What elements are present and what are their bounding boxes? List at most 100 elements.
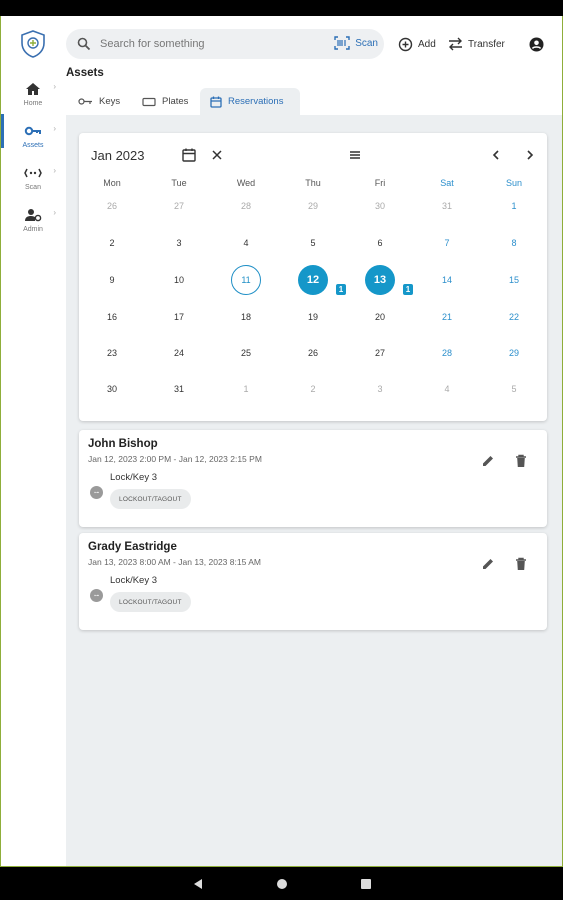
- weekday-header: Sat: [440, 178, 454, 188]
- chevron-right-icon: ›: [53, 208, 56, 217]
- calendar-day[interactable]: 5: [298, 228, 328, 258]
- back-icon[interactable]: [192, 878, 204, 890]
- calendar-day[interactable]: 30: [97, 374, 127, 404]
- calendar-day[interactable]: 28: [432, 338, 462, 368]
- search-input[interactable]: [100, 38, 320, 50]
- calendar-day[interactable]: 6: [365, 228, 395, 258]
- search-bar: Scan: [66, 29, 384, 59]
- reservation-name: Grady Eastridge: [88, 541, 177, 553]
- weekday-header: Tue: [171, 178, 187, 188]
- key-icon: [78, 98, 92, 105]
- sidebar-item-assets[interactable]: Assets ›: [1, 114, 65, 160]
- sidebar-item-label: Assets: [22, 142, 44, 149]
- home-icon: [26, 83, 40, 95]
- tab-plates[interactable]: Plates: [132, 88, 198, 115]
- calendar-day[interactable]: 23: [97, 338, 127, 368]
- transfer-icon: [449, 37, 462, 51]
- sidebar-item-label: Admin: [23, 226, 43, 233]
- sidebar-item-scan[interactable]: Scan ›: [1, 162, 65, 202]
- calendar-day[interactable]: 7: [432, 228, 462, 258]
- sidebar: Home › Assets › Scan › Admin ›: [1, 16, 65, 866]
- reservation-asset: Lock/Key 3: [110, 472, 157, 483]
- page-title: Assets: [66, 67, 104, 79]
- calendar-day[interactable]: 3: [164, 228, 194, 258]
- sidebar-item-admin[interactable]: Admin ›: [1, 204, 65, 244]
- calendar-day[interactable]: 2: [298, 374, 328, 404]
- calendar-day[interactable]: 25: [231, 338, 261, 368]
- calendar-day[interactable]: 31: [432, 191, 462, 221]
- calendar-day[interactable]: 3: [365, 374, 395, 404]
- weekday-header: Sun: [505, 178, 522, 188]
- sidebar-item-label: Home: [23, 100, 43, 107]
- calendar-day[interactable]: 8: [499, 228, 529, 258]
- scan-icon: [24, 168, 42, 178]
- reservation-card[interactable]: Grady Eastridge Jan 13, 2023 8:00 AM - J…: [79, 533, 547, 630]
- calendar-day[interactable]: 19: [298, 302, 328, 332]
- calendar-day[interactable]: 27: [365, 338, 395, 368]
- edit-icon[interactable]: [481, 557, 495, 571]
- tab-label: Keys: [99, 96, 121, 107]
- add-label: Add: [418, 39, 436, 50]
- calendar-day[interactable]: 22: [499, 302, 529, 332]
- calendar-day[interactable]: 29: [298, 191, 328, 221]
- chevron-left-icon[interactable]: [489, 148, 503, 162]
- calendar-day[interactable]: 24: [164, 338, 194, 368]
- search-icon: [77, 37, 91, 51]
- calendar-day[interactable]: 11: [231, 265, 261, 295]
- calendar-day[interactable]: 26: [97, 191, 127, 221]
- calendar-day[interactable]: 30: [365, 191, 395, 221]
- weekday-header: Mon: [103, 178, 121, 188]
- calendar-day[interactable]: 10: [164, 265, 194, 295]
- calendar-day[interactable]: 13: [365, 265, 395, 295]
- calendar-day[interactable]: 29: [499, 338, 529, 368]
- calendar-day[interactable]: 20: [365, 302, 395, 332]
- home-nav-icon[interactable]: [276, 878, 288, 890]
- calendar-day[interactable]: 14: [432, 265, 462, 295]
- calendar-day[interactable]: 15: [499, 265, 529, 295]
- calendar-day[interactable]: 5: [499, 374, 529, 404]
- content-area: Jan 2023 Mon Tue Wed Thu Fri Sat Sun 26 27 28 29 30…: [66, 115, 562, 866]
- account-avatar-icon[interactable]: [529, 37, 544, 52]
- calendar-day[interactable]: 2: [97, 228, 127, 258]
- calendar-card: Jan 2023 Mon Tue Wed Thu Fri Sat Sun 26 27 28 29 30…: [79, 133, 547, 421]
- tab-reservations[interactable]: Reservations: [200, 88, 300, 115]
- plate-icon: [142, 97, 156, 106]
- edit-icon[interactable]: [481, 454, 495, 468]
- sidebar-item-label: Scan: [25, 184, 41, 191]
- app-screen: Home › Assets › Scan › Admin › Scan Add: [0, 16, 563, 866]
- barcode-scan-icon: [334, 36, 350, 50]
- calendar-day[interactable]: 16: [97, 302, 127, 332]
- tab-keys[interactable]: Keys: [68, 88, 130, 115]
- menu-icon[interactable]: [348, 148, 362, 162]
- calendar-day[interactable]: 28: [231, 191, 261, 221]
- scan-label: Scan: [355, 37, 378, 49]
- calendar-day[interactable]: 4: [231, 228, 261, 258]
- status-bar: [0, 0, 563, 16]
- reservation-card[interactable]: John Bishop Jan 12, 2023 2:00 PM - Jan 1…: [79, 430, 547, 527]
- calendar-day[interactable]: 4: [432, 374, 462, 404]
- calendar-day[interactable]: 1: [231, 374, 261, 404]
- chevron-right-icon[interactable]: [523, 148, 537, 162]
- app-logo-icon: [21, 30, 45, 58]
- add-button[interactable]: Add: [398, 37, 436, 52]
- calendar-day[interactable]: 17: [164, 302, 194, 332]
- delete-icon[interactable]: [515, 454, 527, 468]
- calendar-day[interactable]: 9: [97, 265, 127, 295]
- calendar-day[interactable]: 1: [499, 191, 529, 221]
- recents-icon[interactable]: [360, 878, 372, 890]
- transfer-button[interactable]: Transfer: [448, 37, 505, 51]
- calendar-day[interactable]: 21: [432, 302, 462, 332]
- calendar-day[interactable]: 18: [231, 302, 261, 332]
- scan-button[interactable]: Scan: [334, 36, 378, 50]
- tag-chip: LOCKOUT/TAGOUT: [110, 592, 191, 612]
- calendar-day[interactable]: 12: [298, 265, 328, 295]
- calendar-day[interactable]: 27: [164, 191, 194, 221]
- calendar-day[interactable]: 26: [298, 338, 328, 368]
- delete-icon[interactable]: [515, 557, 527, 571]
- calendar-day[interactable]: 31: [164, 374, 194, 404]
- calendar-icon[interactable]: [182, 148, 196, 162]
- reservation-time-range: Jan 13, 2023 8:00 AM - Jan 13, 2023 8:15…: [88, 557, 261, 567]
- calendar-month-label[interactable]: Jan 2023: [91, 148, 145, 163]
- sidebar-item-home[interactable]: Home ›: [1, 78, 65, 118]
- close-icon[interactable]: [210, 148, 224, 162]
